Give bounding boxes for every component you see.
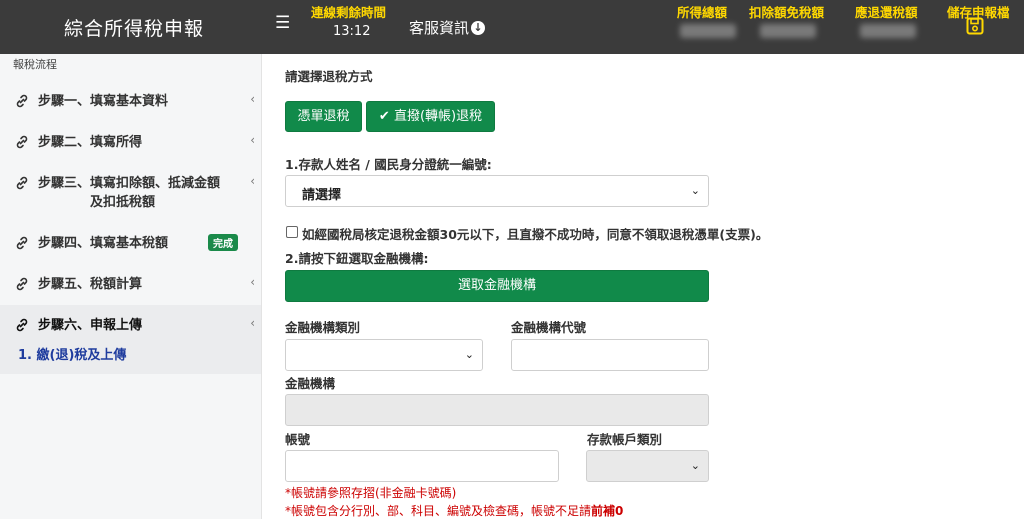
account-note-2-bold: 前補0 <box>591 504 624 518</box>
chevron-down-icon: ⌄ <box>690 184 700 197</box>
small-refund-consent-checkbox[interactable] <box>286 226 298 238</box>
sidebar-step-2[interactable]: 步驟二、填寫所得 ‹ <box>0 133 261 152</box>
bank-code-label: 金融機構代號 <box>511 320 587 335</box>
depositor-label: 1.存款人姓名 / 國民身分證統一編號: <box>285 157 492 172</box>
link-icon <box>16 277 28 291</box>
stat-income-label: 所得總額 <box>677 5 728 20</box>
link-icon <box>16 135 28 149</box>
chevron-left-icon: ‹ <box>250 174 255 188</box>
floppy-disk-icon[interactable] <box>966 17 984 35</box>
sidebar-step-label: 步驟三、填寫扣除額、抵減金額 及扣抵稅額 <box>38 174 220 212</box>
depositor-select[interactable]: 請選擇 ⌄ <box>285 175 709 207</box>
bank-type-label: 金融機構類別 <box>285 320 361 335</box>
chevron-left-icon: ‹ <box>250 92 255 106</box>
sidebar-step-6[interactable]: 步驟六、申報上傳 ‹ <box>0 305 261 344</box>
account-note-2: *帳號包含分行別、部、科目、編號及檢查碼，帳號不足請前補0 <box>285 502 623 519</box>
bank-type-select[interactable]: ⌄ <box>285 339 483 371</box>
stat-refund-label: 應退還稅額 <box>855 5 918 20</box>
session-timer-label: 連線剩餘時間 <box>311 5 387 20</box>
direct-transfer-refund-label: 直撥(轉帳)退稅 <box>393 109 483 124</box>
chevron-circle-down-icon: ↓ <box>471 20 486 35</box>
select-bank-button[interactable]: 選取金融機構 <box>285 270 709 302</box>
stat-deduction-label: 扣除額免稅額 <box>749 5 825 20</box>
link-icon <box>16 318 28 332</box>
stat-income-value <box>680 24 736 38</box>
sidebar-step-3[interactable]: 步驟三、填寫扣除額、抵減金額 及扣抵稅額 ‹ <box>0 174 261 212</box>
account-type-select[interactable]: ⌄ <box>586 450 709 482</box>
stat-deduction-value <box>760 24 816 38</box>
hamburger-icon[interactable]: ☰ <box>275 13 290 33</box>
check-refund-button[interactable]: 憑單退稅 <box>285 101 362 132</box>
main-content: 請選擇退稅方式 憑單退稅 ✔ 直撥(轉帳)退稅 1.存款人姓名 / 國民身分證統… <box>262 54 1024 519</box>
check-icon: ✔ <box>378 109 390 124</box>
sidebar-step-label: 步驟一、填寫基本資料 <box>38 94 169 109</box>
account-note-1: *帳號請參照存摺(非金融卡號碼) <box>285 486 457 500</box>
bank-code-input[interactable] <box>511 339 709 371</box>
bank-name-field <box>285 394 709 426</box>
account-note-2-text: *帳號包含分行別、部、科目、編號及檢查碼，帳號不足請 <box>285 504 592 518</box>
select-bank-instruction: 2.請按下鈕選取金融機構: <box>285 251 429 266</box>
sidebar: 報稅流程 步驟一、填寫基本資料 ‹ 步驟二、填寫所得 ‹ 步驟三、填寫扣除額、抵… <box>0 54 262 519</box>
depositor-select-value: 請選擇 <box>302 188 342 203</box>
chevron-down-icon: ⌄ <box>690 459 700 472</box>
link-icon <box>16 176 28 190</box>
direct-transfer-refund-button[interactable]: ✔ 直撥(轉帳)退稅 <box>366 101 495 132</box>
sidebar-step-label: 步驟五、稅額計算 <box>38 277 143 292</box>
sidebar-step-5[interactable]: 步驟五、稅額計算 ‹ <box>0 275 261 294</box>
top-header: 綜合所得稅申報 ☰ 連線剩餘時間 13:12 客服資訊 ↓ 所得總額 扣除額免稅… <box>0 0 1024 54</box>
sidebar-step-label: 步驟六、申報上傳 <box>38 318 143 333</box>
chevron-left-icon: ‹ <box>250 133 255 147</box>
chevron-down-icon: ⌄ <box>464 348 474 361</box>
account-number-label: 帳號 <box>285 432 311 447</box>
sidebar-substep-pay-refund-upload[interactable]: 1. 繳(退)稅及上傳 <box>0 344 261 374</box>
refund-method-heading: 請選擇退稅方式 <box>285 69 373 84</box>
bank-name-label: 金融機構 <box>285 376 336 391</box>
sidebar-step-label: 步驟二、填寫所得 <box>38 135 143 150</box>
sidebar-step-label: 步驟四、填寫基本稅額 <box>38 236 169 251</box>
chevron-left-icon: ‹ <box>250 275 255 289</box>
small-refund-consent-label: 如經國稅局核定退稅金額30元以下，且直撥不成功時，同意不領取退稅憑單(支票)。 <box>302 227 769 242</box>
sidebar-step-1[interactable]: 步驟一、填寫基本資料 ‹ <box>0 92 261 111</box>
status-badge: 完成 <box>208 234 238 251</box>
customer-service-menu[interactable]: 客服資訊 ↓ <box>409 17 486 38</box>
sidebar-step-label-line1: 步驟三、填寫扣除額、抵減金額 <box>38 176 221 191</box>
stat-refund-value <box>860 24 916 38</box>
account-type-label: 存款帳戶類別 <box>587 432 663 447</box>
session-timer-value: 13:12 <box>333 24 371 39</box>
chevron-down-icon: ‹ <box>250 316 255 330</box>
link-icon <box>16 94 28 108</box>
sidebar-step-label-line2: 及扣抵稅額 <box>90 195 156 210</box>
account-number-input[interactable] <box>285 450 559 482</box>
app-title: 綜合所得稅申報 <box>64 18 205 40</box>
sidebar-caption: 報稅流程 <box>13 58 57 71</box>
customer-service-label: 客服資訊 <box>409 19 470 37</box>
link-icon <box>16 236 28 250</box>
